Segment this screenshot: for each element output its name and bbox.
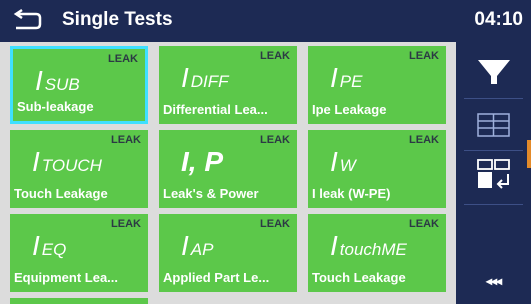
tile-label: Touch Leakage: [14, 186, 108, 201]
tile-differential-leakage[interactable]: LEAK I DIFF Differential Lea...: [159, 46, 297, 124]
tile-symbol: I SUB: [35, 65, 80, 96]
tile-label: Leak's & Power: [163, 186, 259, 201]
tile-symbol: I AP: [181, 230, 214, 261]
tile-label: Applied Part Le...: [163, 270, 270, 285]
back-arrow-icon: [13, 8, 42, 30]
tile-applied-part-leakage[interactable]: LEAK I AP Applied Part Le...: [159, 214, 297, 292]
tile-touch-leakage[interactable]: LEAK I TOUCH Touch Leakage: [10, 130, 148, 208]
tile-symbol: I DIFF: [181, 62, 229, 93]
tile-label: I leak (W-PE): [312, 186, 391, 201]
tile-equipment-leakage[interactable]: LEAK I EQ Equipment Lea...: [10, 214, 148, 292]
tile-category: LEAK: [260, 218, 290, 230]
back-button[interactable]: [10, 6, 46, 36]
tile-ipe-leakage[interactable]: LEAK I PE Ipe Leakage: [308, 46, 446, 124]
tile-label: Touch Leakage: [312, 270, 406, 285]
test-grid: LEAK I SUB Sub-leakage LEAK I DIFF Differe…: [0, 42, 456, 304]
tile-label: Equipment Lea...: [14, 270, 119, 285]
filter-icon: [478, 60, 510, 84]
tile-symbol: IW: [330, 146, 356, 177]
tile-symbol: I, P: [181, 146, 224, 177]
divider: [464, 98, 523, 99]
tile-symbol: ItouchME: [330, 230, 407, 261]
sidebar: ◂◂◂: [456, 42, 531, 304]
tile-partial[interactable]: [10, 298, 148, 304]
tile-label: Ipe Leakage: [312, 102, 387, 117]
tile-symbol: I TOUCH: [32, 146, 102, 177]
page-title: Single Tests: [62, 9, 173, 30]
grid-view-button[interactable]: [456, 102, 531, 146]
tile-i-leak-w-pe[interactable]: LEAK IW I leak (W-PE): [308, 130, 446, 208]
tile-symbol: I PE: [330, 62, 363, 93]
more-button[interactable]: ◂◂◂: [456, 274, 531, 288]
tile-category: LEAK: [409, 50, 439, 62]
filter-button[interactable]: [456, 48, 531, 92]
tile-category: LEAK: [111, 218, 141, 230]
tile-category: LEAK: [111, 134, 141, 146]
tile-touch-leakage-me[interactable]: LEAK ItouchME Touch Leakage: [308, 214, 446, 292]
tile-category: LEAK: [260, 50, 290, 62]
tile-category: LEAK: [108, 53, 138, 65]
tile-label: Differential Lea...: [163, 102, 268, 117]
title-bar: Single Tests 04:10: [0, 0, 531, 42]
tile-symbol: I EQ: [32, 230, 67, 261]
clock: 04:10: [474, 9, 523, 30]
swap-view-icon: [477, 159, 510, 189]
tile-leaks-and-power[interactable]: LEAK I, P Leak's & Power: [159, 130, 297, 208]
grid-view-icon: [477, 113, 510, 137]
tile-sub-leakage[interactable]: LEAK I SUB Sub-leakage: [10, 46, 148, 124]
switch-view-button[interactable]: [456, 154, 531, 198]
divider: [464, 204, 523, 205]
tile-category: LEAK: [409, 218, 439, 230]
tile-category: LEAK: [260, 134, 290, 146]
tile-category: LEAK: [409, 134, 439, 146]
divider: [464, 150, 523, 151]
tile-label: Sub-leakage: [17, 99, 94, 114]
